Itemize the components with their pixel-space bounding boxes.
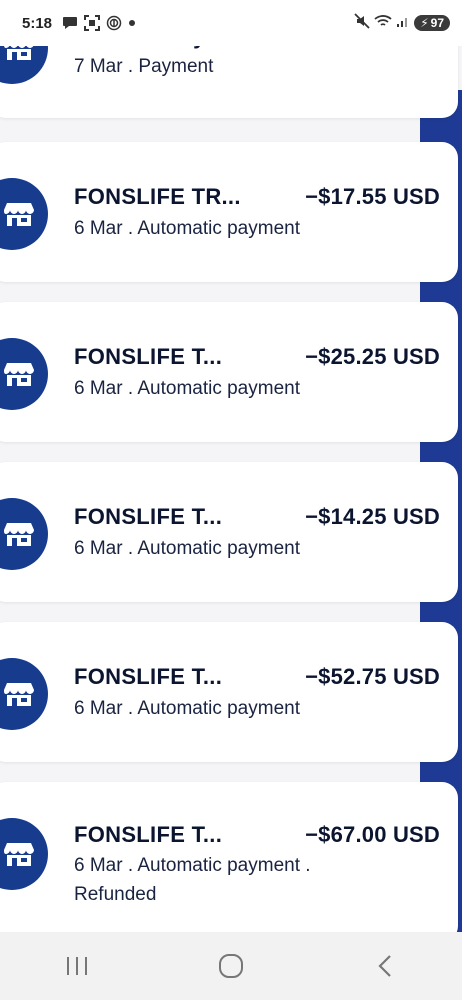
- charging-icon: ⚡: [420, 16, 429, 30]
- transaction-name: FONSLIFE T...: [74, 664, 223, 689]
- scan-notification-icon: [84, 15, 101, 31]
- signal-icon: [396, 14, 410, 33]
- store-icon: [0, 658, 48, 730]
- status-bar: 5:18 ⚡ 97: [0, 0, 462, 46]
- transaction-date-line: 6 Mar . Automatic payment: [74, 698, 300, 719]
- transaction-amount: −$67.00 USD: [305, 822, 440, 847]
- recents-button[interactable]: [47, 936, 107, 996]
- system-nav-bar: [0, 932, 462, 1000]
- transaction-amount: −$14.25 USD: [305, 504, 440, 529]
- back-icon: [378, 955, 391, 977]
- transaction-date-line: 6 Mar . Automatic payment: [74, 218, 300, 239]
- transaction-list[interactable]: Ticketek Pty Ltd $104.70 7 Mar . Payment…: [0, 0, 462, 932]
- transaction-amount: −$25.25 USD: [305, 344, 440, 369]
- battery-level: 97: [430, 16, 444, 30]
- transaction-name: FONSLIFE T...: [74, 504, 223, 529]
- mute-icon: [354, 12, 370, 34]
- transaction-name: FONSLIFE T...: [74, 822, 223, 847]
- transaction-date-line: 6 Mar . Automatic payment: [74, 538, 300, 559]
- transaction-name: FONSLIFE TR...: [74, 184, 241, 209]
- store-icon: [0, 178, 48, 250]
- battery-indicator: ⚡ 97: [414, 15, 450, 31]
- transaction-card[interactable]: FONSLIFE T... −$14.25 USD 6 Mar . Automa…: [0, 462, 458, 602]
- store-icon: [0, 498, 48, 570]
- transaction-status: Refunded: [74, 884, 157, 905]
- transaction-card[interactable]: FONSLIFE TR... −$17.55 USD 6 Mar . Autom…: [0, 142, 458, 282]
- transaction-name: FONSLIFE T...: [74, 344, 223, 369]
- wifi-icon: [374, 14, 392, 33]
- transaction-card[interactable]: FONSLIFE T... −$52.75 USD 6 Mar . Automa…: [0, 622, 458, 762]
- transaction-date-line: 6 Mar . Automatic payment: [74, 378, 300, 399]
- transaction-date-line: 6 Mar . Automatic payment .: [74, 855, 311, 876]
- back-button[interactable]: [355, 936, 415, 996]
- transaction-amount: −$52.75 USD: [305, 664, 440, 689]
- transaction-amount: −$17.55 USD: [305, 184, 440, 209]
- transaction-card[interactable]: FONSLIFE T... −$25.25 USD 6 Mar . Automa…: [0, 302, 458, 442]
- store-icon: [0, 338, 48, 410]
- transaction-date-line: 7 Mar . Payment: [74, 56, 214, 77]
- home-icon: [219, 954, 243, 978]
- dot-icon: [128, 19, 136, 27]
- status-time: 5:18: [22, 14, 53, 32]
- fingerprint-icon: [106, 15, 122, 31]
- store-icon: [0, 818, 48, 890]
- home-button[interactable]: [201, 936, 261, 996]
- chat-notification-icon: [62, 16, 78, 30]
- transaction-card[interactable]: FONSLIFE T... −$67.00 USD 6 Mar . Automa…: [0, 782, 458, 932]
- recents-icon: [67, 957, 87, 975]
